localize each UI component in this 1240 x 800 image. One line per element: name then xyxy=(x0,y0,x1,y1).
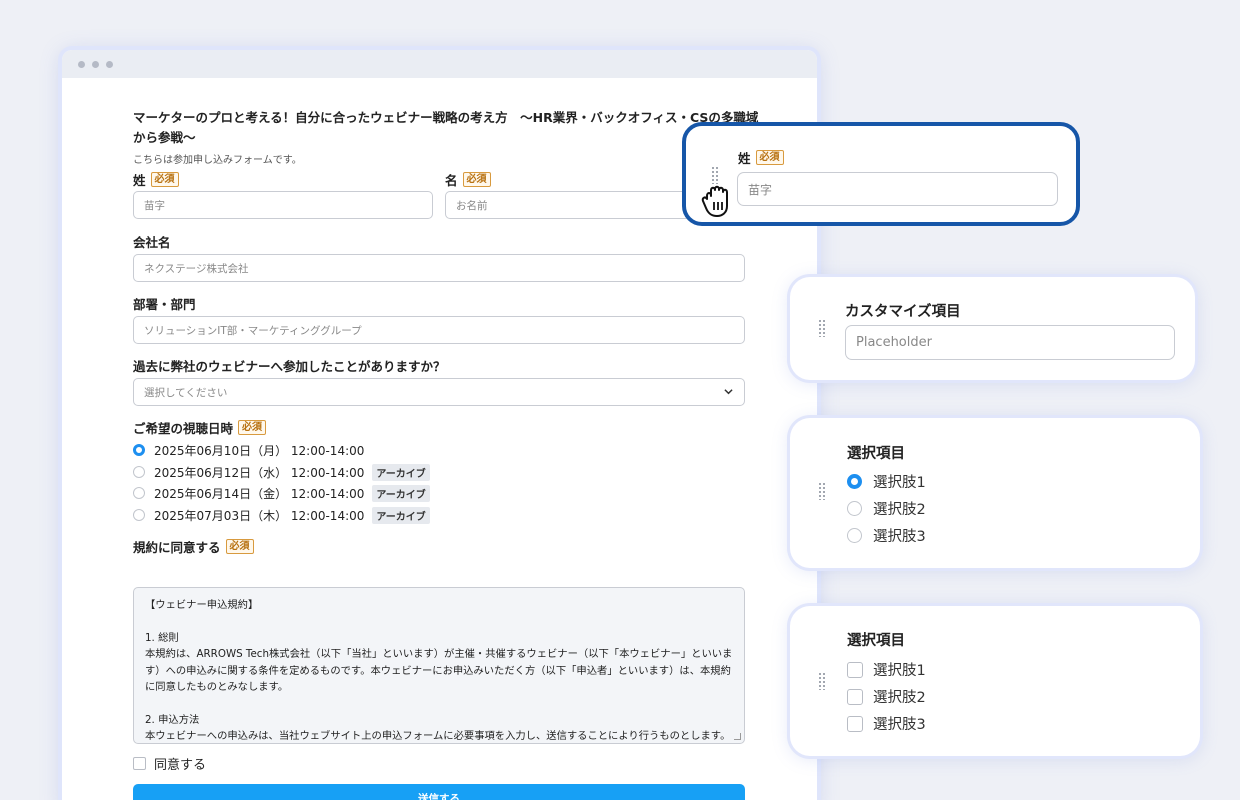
schedule-option-text: 2025年06月14日（金） 12:00-14:00 xyxy=(154,486,365,501)
past-participation-label-text: 過去に弊社のウェビナーへ参加したことがありますか？ xyxy=(133,359,446,374)
resize-handle-icon[interactable] xyxy=(734,733,741,740)
window-dot-icon xyxy=(106,60,113,68)
grab-hand-cursor-icon xyxy=(701,185,728,217)
callout-label: 姓 必須 xyxy=(738,148,784,167)
schedule-option-text: 2025年07月03日（木） 12:00-14:00 xyxy=(154,508,365,523)
dragged-field-callout[interactable]: 姓 必須 苗字 xyxy=(682,122,1080,226)
terms-label-text: 規約に同意する xyxy=(133,540,221,555)
company-placeholder: ネクステージ株式会社 xyxy=(144,262,249,275)
custom-field-placeholder: Placeholder xyxy=(856,335,932,350)
last-name-placeholder: 苗字 xyxy=(144,199,165,212)
department-label-text: 部署・部門 xyxy=(133,297,196,312)
company-label: 会社名 xyxy=(133,232,171,251)
drag-handle-icon[interactable] xyxy=(818,482,826,500)
checkbox-option-text: 選択肢3 xyxy=(873,717,926,733)
checkbox-icon[interactable] xyxy=(847,661,863,678)
required-badge: 必須 xyxy=(462,172,491,187)
schedule-option-text: 2025年06月12日（水） 12:00-14:00 xyxy=(154,465,365,480)
schedule-option[interactable]: 2025年06月14日（金） 12:00-14:00 アーカイブ xyxy=(133,484,430,502)
first-name-placeholder: お名前 xyxy=(456,199,488,212)
custom-field-card[interactable]: カスタマイズ項目 Placeholder xyxy=(790,277,1195,380)
callout-placeholder: 苗字 xyxy=(748,182,773,197)
submit-button[interactable]: 送信する xyxy=(133,784,745,800)
checkbox-icon[interactable] xyxy=(847,688,863,705)
terms-paragraph: 【ウェビナー申込規約】 xyxy=(145,599,259,611)
past-participation-value: 選択してください xyxy=(144,386,228,399)
archive-badge: アーカイブ xyxy=(372,506,430,524)
checkbox-group-card[interactable]: 選択項目 選択肢1 選択肢2 選択肢3 xyxy=(790,606,1200,756)
radio-option-text: 選択肢3 xyxy=(873,529,926,545)
company-label-text: 会社名 xyxy=(133,235,171,250)
past-participation-select[interactable]: 選択してください xyxy=(133,378,745,406)
department-placeholder: ソリューションIT部・マーケティンググループ xyxy=(144,324,362,337)
radio-option-text: 選択肢1 xyxy=(873,475,926,491)
agree-checkbox-row[interactable]: 同意する xyxy=(133,754,206,773)
terms-label: 規約に同意する 必須 xyxy=(133,537,254,556)
window-dot-icon xyxy=(78,60,85,68)
required-badge: 必須 xyxy=(755,150,784,165)
radio-group-card[interactable]: 選択項目 選択肢1 選択肢2 選択肢3 xyxy=(790,418,1200,568)
department-label: 部署・部門 xyxy=(133,294,196,313)
checkbox-option-text: 選択肢1 xyxy=(873,663,926,679)
checkbox-icon[interactable] xyxy=(847,715,863,732)
radio-group-title: 選択項目 xyxy=(847,446,905,462)
radio-icon[interactable] xyxy=(133,487,145,499)
checkbox-option[interactable]: 選択肢1 xyxy=(847,659,926,680)
schedule-label: ご希望の視聴日時 必須 xyxy=(133,418,267,437)
schedule-option[interactable]: 2025年07月03日（木） 12:00-14:00 アーカイブ xyxy=(133,506,430,524)
radio-option[interactable]: 選択肢3 xyxy=(847,525,926,546)
schedule-option[interactable]: 2025年06月10日（月） 12:00-14:00 xyxy=(133,441,364,459)
terms-paragraph: 1. 総則 本規約は、ARROWS Tech株式会社（以下「当社」といいます）が… xyxy=(145,631,733,694)
radio-option[interactable]: 選択肢2 xyxy=(847,498,926,519)
archive-badge: アーカイブ xyxy=(372,484,430,502)
first-name-label-text: 名 xyxy=(445,173,458,188)
form-subtitle: こちらは参加申し込みフォームです。 xyxy=(133,155,302,166)
company-input[interactable]: ネクステージ株式会社 xyxy=(133,254,745,282)
required-badge: 必須 xyxy=(225,539,254,554)
radio-option[interactable]: 選択肢1 xyxy=(847,471,926,492)
schedule-label-text: ご希望の視聴日時 xyxy=(133,421,234,436)
radio-option-text: 選択肢2 xyxy=(873,502,926,518)
radio-icon[interactable] xyxy=(847,501,862,516)
window-titlebar xyxy=(62,50,817,78)
custom-field-title: カスタマイズ項目 xyxy=(845,304,961,320)
required-badge: 必須 xyxy=(150,172,179,187)
required-badge: 必須 xyxy=(238,420,267,435)
chevron-down-icon xyxy=(724,389,733,395)
agree-label: 同意する xyxy=(154,758,207,773)
form-title: マーケターのプロと考える！自分に合ったウェビナー戦略の考え方 〜HR業界・バック… xyxy=(133,110,759,145)
schedule-option-text: 2025年06月10日（月） 12:00-14:00 xyxy=(154,443,365,458)
department-input[interactable]: ソリューションIT部・マーケティンググループ xyxy=(133,316,745,344)
past-participation-label: 過去に弊社のウェビナーへ参加したことがありますか？ xyxy=(133,356,446,375)
first-name-label: 名 必須 xyxy=(445,170,491,189)
callout-label-text: 姓 xyxy=(738,151,751,166)
checkbox-option[interactable]: 選択肢2 xyxy=(847,686,926,707)
schedule-option[interactable]: 2025年06月12日（水） 12:00-14:00 アーカイブ xyxy=(133,463,430,481)
checkbox-group-title: 選択項目 xyxy=(847,633,905,649)
last-name-label-text: 姓 xyxy=(133,173,146,188)
drag-handle-icon[interactable] xyxy=(818,672,826,690)
archive-badge: アーカイブ xyxy=(372,463,430,481)
drag-handle-icon[interactable] xyxy=(818,319,826,337)
last-name-label: 姓 必須 xyxy=(133,170,179,189)
custom-field-input[interactable]: Placeholder xyxy=(845,325,1175,360)
terms-textarea[interactable]: 【ウェビナー申込規約】 1. 総則 本規約は、ARROWS Tech株式会社（以… xyxy=(133,587,745,744)
radio-selected-icon[interactable] xyxy=(133,444,145,456)
radio-selected-icon[interactable] xyxy=(847,474,862,489)
terms-paragraph: 2. 申込方法 本ウェビナーへの申込みは、当社ウェブサイト上の申込フォームに必要… xyxy=(145,713,731,743)
agree-checkbox[interactable] xyxy=(133,757,146,770)
window-dot-icon xyxy=(92,60,99,68)
checkbox-option[interactable]: 選択肢3 xyxy=(847,713,926,734)
callout-input[interactable]: 苗字 xyxy=(737,172,1058,206)
radio-icon[interactable] xyxy=(847,528,862,543)
radio-icon[interactable] xyxy=(133,466,145,478)
last-name-input[interactable]: 苗字 xyxy=(133,191,433,219)
radio-icon[interactable] xyxy=(133,509,145,521)
checkbox-option-text: 選択肢2 xyxy=(873,690,926,706)
